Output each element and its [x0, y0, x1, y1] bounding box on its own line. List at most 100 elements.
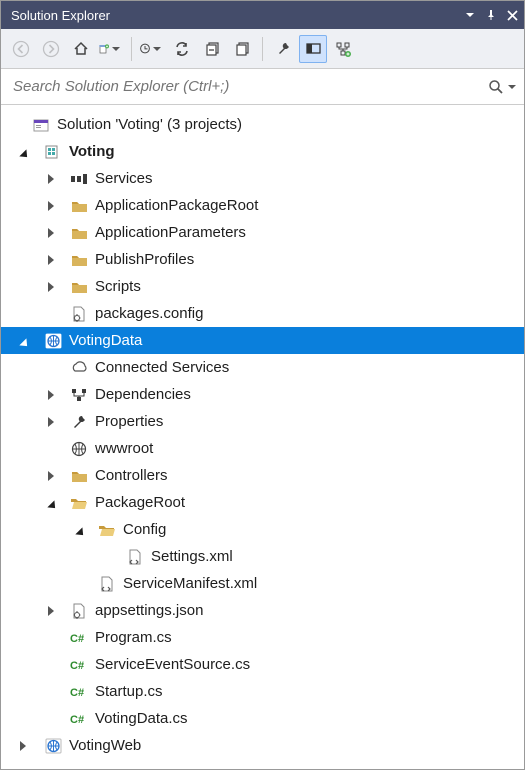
toolbar: [1, 29, 524, 69]
folder-icon: [69, 251, 89, 269]
node-label: Voting: [69, 143, 115, 160]
tree-item[interactable]: C# ServiceEventSource.cs: [1, 651, 524, 678]
expand-icon[interactable]: [43, 225, 59, 241]
expand-icon[interactable]: [43, 198, 59, 214]
tree-item[interactable]: Scripts: [1, 273, 524, 300]
node-label: Solution 'Voting' (3 projects): [57, 116, 242, 133]
tree-item[interactable]: wwwroot: [1, 435, 524, 462]
expand-icon[interactable]: [43, 171, 59, 187]
connected-services-icon: [69, 359, 89, 377]
tree-item[interactable]: Connected Services: [1, 354, 524, 381]
pending-changes-button[interactable]: [97, 35, 125, 63]
expand-icon[interactable]: [43, 468, 59, 484]
folder-icon: [69, 224, 89, 242]
nav-forward-button[interactable]: [37, 35, 65, 63]
node-label: ServiceManifest.xml: [123, 575, 257, 592]
solution-tree[interactable]: Solution 'Voting' (3 projects) Voting Se…: [1, 105, 524, 769]
view-class-diagram-button[interactable]: [329, 35, 357, 63]
config-file-icon: [69, 305, 89, 323]
expand-icon[interactable]: [43, 387, 59, 403]
collapse-all-button[interactable]: [198, 35, 226, 63]
xml-file-icon: [125, 548, 145, 566]
expand-icon[interactable]: [43, 279, 59, 295]
node-label: ServiceEventSource.cs: [95, 656, 250, 673]
svg-text:C#: C#: [70, 633, 84, 645]
window-dropdown-icon[interactable]: [465, 10, 475, 20]
csharp-file-icon: C#: [69, 629, 89, 647]
tree-item[interactable]: Dependencies: [1, 381, 524, 408]
node-label: VotingData: [69, 332, 142, 349]
expand-icon: [15, 117, 31, 133]
svg-text:C#: C#: [70, 714, 84, 726]
node-label: ApplicationParameters: [95, 224, 246, 241]
project-votingdata[interactable]: VotingData: [1, 327, 524, 354]
folder-open-icon: [69, 494, 89, 512]
expand-icon[interactable]: [71, 522, 87, 538]
tree-item[interactable]: Services: [1, 165, 524, 192]
tree-item[interactable]: packages.config: [1, 300, 524, 327]
expand-icon[interactable]: [15, 144, 31, 160]
tree-item[interactable]: Settings.xml: [1, 543, 524, 570]
expand-icon[interactable]: [15, 738, 31, 754]
expand-icon[interactable]: [43, 252, 59, 268]
node-label: VotingData.cs: [95, 710, 188, 727]
tree-item[interactable]: PackageRoot: [1, 489, 524, 516]
show-all-files-button[interactable]: [228, 35, 256, 63]
node-label: Properties: [95, 413, 163, 430]
tree-item[interactable]: ApplicationPackageRoot: [1, 192, 524, 219]
node-label: Controllers: [95, 467, 168, 484]
search-button[interactable]: [488, 79, 516, 95]
folder-open-icon: [97, 521, 117, 539]
pin-icon[interactable]: [485, 9, 497, 21]
project-votingweb[interactable]: VotingWeb: [1, 732, 524, 759]
sync-button[interactable]: [168, 35, 196, 63]
node-label: Scripts: [95, 278, 141, 295]
tree-item[interactable]: Properties: [1, 408, 524, 435]
globe-icon: [69, 440, 89, 458]
node-label: Dependencies: [95, 386, 191, 403]
tree-item[interactable]: C# Program.cs: [1, 624, 524, 651]
json-file-icon: [69, 602, 89, 620]
svg-text:C#: C#: [70, 660, 84, 672]
xml-file-icon: [97, 575, 117, 593]
tree-item[interactable]: PublishProfiles: [1, 246, 524, 273]
expand-icon[interactable]: [15, 333, 31, 349]
tree-item[interactable]: ServiceManifest.xml: [1, 570, 524, 597]
wrench-icon: [69, 413, 89, 431]
history-button[interactable]: [138, 35, 166, 63]
panel-title: Solution Explorer: [11, 8, 110, 23]
project-voting[interactable]: Voting: [1, 138, 524, 165]
node-label: Config: [123, 521, 166, 538]
folder-icon: [69, 197, 89, 215]
solution-icon: [31, 116, 51, 134]
expand-icon[interactable]: [43, 414, 59, 430]
tree-item[interactable]: C# VotingData.cs: [1, 705, 524, 732]
node-label: Connected Services: [95, 359, 229, 376]
expand-icon[interactable]: [43, 603, 59, 619]
tree-item[interactable]: ApplicationParameters: [1, 219, 524, 246]
tree-item[interactable]: appsettings.json: [1, 597, 524, 624]
node-label: Settings.xml: [151, 548, 233, 565]
web-project-icon: [43, 332, 63, 350]
tree-item[interactable]: Config: [1, 516, 524, 543]
panel-titlebar: Solution Explorer: [1, 1, 524, 29]
solution-node[interactable]: Solution 'Voting' (3 projects): [1, 111, 524, 138]
properties-button[interactable]: [269, 35, 297, 63]
services-icon: [69, 170, 89, 188]
node-label: ApplicationPackageRoot: [95, 197, 258, 214]
tree-item[interactable]: C# Startup.cs: [1, 678, 524, 705]
close-icon[interactable]: [507, 10, 518, 21]
node-label: Startup.cs: [95, 683, 163, 700]
csharp-file-icon: C#: [69, 683, 89, 701]
search-input[interactable]: [11, 77, 488, 96]
dependencies-icon: [69, 386, 89, 404]
home-button[interactable]: [67, 35, 95, 63]
nav-back-button[interactable]: [7, 35, 35, 63]
tree-item[interactable]: Controllers: [1, 462, 524, 489]
expand-icon[interactable]: [43, 495, 59, 511]
preview-selected-button[interactable]: [299, 35, 327, 63]
folder-icon: [69, 467, 89, 485]
node-label: PublishProfiles: [95, 251, 194, 268]
csharp-file-icon: C#: [69, 656, 89, 674]
web-project-icon: [43, 737, 63, 755]
